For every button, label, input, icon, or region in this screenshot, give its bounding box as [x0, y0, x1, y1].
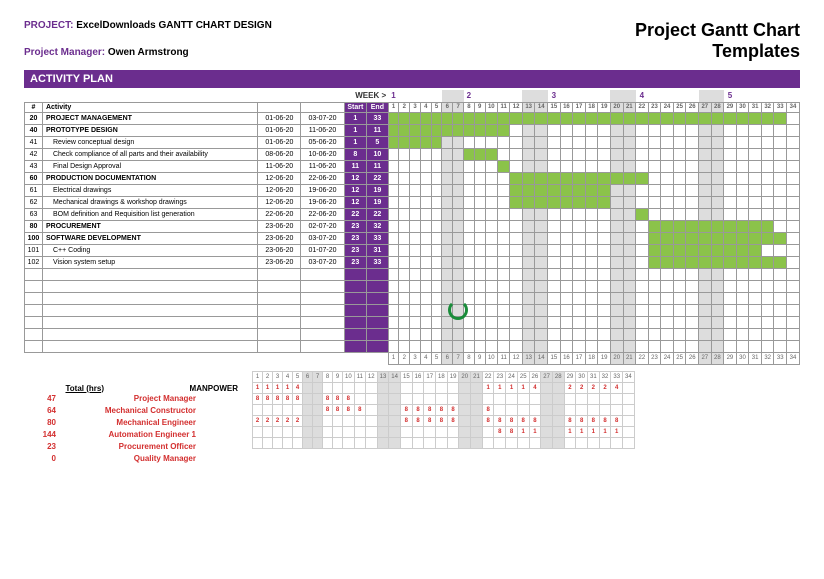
gantt-row-empty[interactable]: [25, 280, 800, 292]
mp-data-row: 111141111422224: [253, 382, 635, 393]
mp-role: Mechanical Engineer: [62, 418, 202, 427]
gantt-row[interactable]: 41Review conceptual design01-06-2005-06-…: [25, 136, 800, 148]
gantt-row[interactable]: 102Vision system setup23-06-2003-07-2023…: [25, 256, 800, 268]
gantt-grid: WEEK >12345#ActivityStartEnd123456789101…: [24, 90, 800, 365]
gantt-row[interactable]: 40PROTOTYPE DESIGN01-06-2011-06-20111: [25, 124, 800, 136]
mp-role: Mechanical Constructor: [62, 406, 202, 415]
gantt-row[interactable]: 62Mechanical drawings & workshop drawing…: [25, 196, 800, 208]
gantt-row-empty[interactable]: [25, 304, 800, 316]
gantt-row-empty[interactable]: [25, 268, 800, 280]
gantt-row-empty[interactable]: [25, 316, 800, 328]
mp-data-row: 8888888888: [253, 404, 635, 415]
gantt-row[interactable]: 101C++ Coding23-06-2001-07-202331: [25, 244, 800, 256]
mp-hours: 80: [24, 418, 62, 427]
page-title: Project Gantt Chart Templates: [635, 20, 800, 62]
gantt-row[interactable]: 20PROJECT MANAGEMENT01-06-2003-07-20133: [25, 112, 800, 124]
mp-hours: 47: [24, 394, 62, 403]
mp-data-row: 88888888: [253, 393, 635, 404]
gantt-row-empty[interactable]: [25, 292, 800, 304]
section-band: ACTIVITY PLAN: [24, 70, 800, 88]
gantt-row[interactable]: 63BOM definition and Requisition list ge…: [25, 208, 800, 220]
header: PROJECT: ExcelDownloads GANTT CHART DESI…: [24, 20, 800, 62]
total-label: Total (hrs): [65, 384, 104, 393]
gantt-row[interactable]: 43Final Design Approval11-06-2011-06-201…: [25, 160, 800, 172]
gantt-row[interactable]: 42Check compliance of all parts and thei…: [25, 148, 800, 160]
spinner-icon: [448, 300, 468, 320]
project-label: PROJECT:: [24, 20, 73, 31]
gantt-row[interactable]: 100SOFTWARE DEVELOPMENT23-06-2003-07-202…: [25, 232, 800, 244]
gantt-row-empty[interactable]: [25, 340, 800, 352]
manager-label: Project Manager:: [24, 47, 105, 58]
gantt-row[interactable]: 80PROCUREMENT23-06-2002-07-202332: [25, 220, 800, 232]
mp-role: Project Manager: [62, 394, 202, 403]
gantt-row[interactable]: 61Electrical drawings12-06-2019-06-20121…: [25, 184, 800, 196]
gantt-row[interactable]: 60PRODUCTION DOCUMENTATION12-06-2022-06-…: [25, 172, 800, 184]
mp-role: Procurement Officer: [62, 442, 202, 451]
mp-hours: 0: [24, 454, 62, 463]
manpower-section: Total (hrs) MANPOWER 47Project Manager64…: [24, 371, 800, 465]
manager-value: Owen Armstrong: [108, 47, 189, 58]
mp-role: Quality Manager: [62, 454, 202, 463]
mp-data-row: 881111111: [253, 426, 635, 437]
mp-data-row: [253, 437, 635, 448]
manpower-header: MANPOWER: [104, 384, 244, 393]
mp-hours: 144: [24, 430, 62, 439]
mp-role: Automation Engineer 1: [62, 430, 202, 439]
mp-hours: 23: [24, 442, 62, 451]
gantt-row-empty[interactable]: [25, 328, 800, 340]
mp-hours: 64: [24, 406, 62, 415]
mp-data-row: 22222888888888888888: [253, 415, 635, 426]
project-value: ExcelDownloads GANTT CHART DESIGN: [76, 20, 272, 31]
